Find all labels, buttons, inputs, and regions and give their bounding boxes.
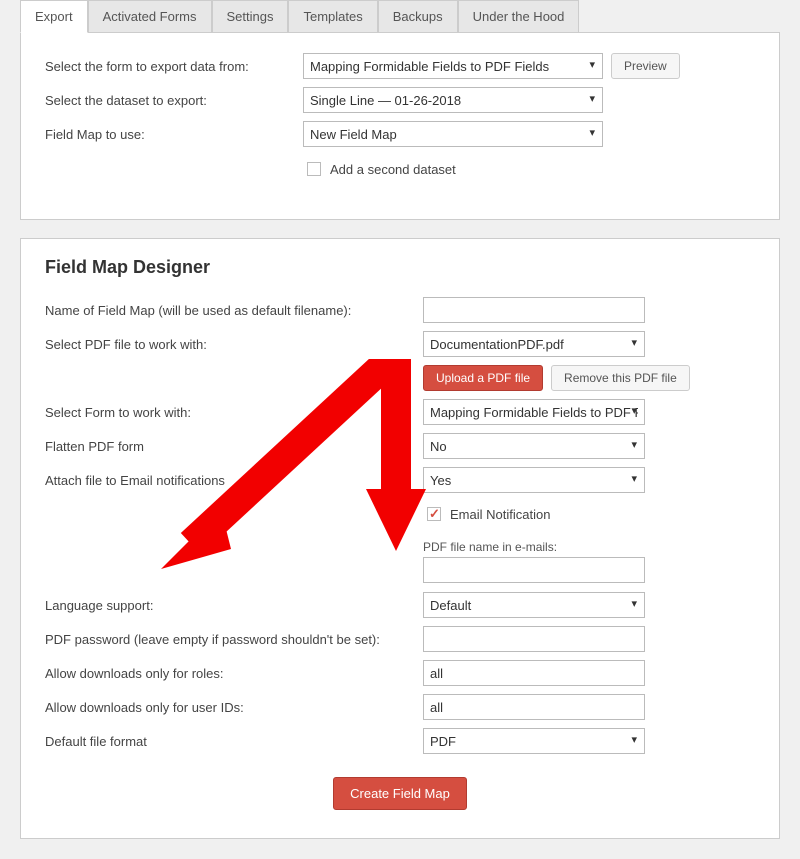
default-format-select[interactable]: PDF xyxy=(423,728,645,754)
preview-button[interactable]: Preview xyxy=(611,53,680,79)
email-notification-label: Email Notification xyxy=(450,507,550,522)
attach-email-select[interactable]: Yes xyxy=(423,467,645,493)
pdf-password-label: PDF password (leave empty if password sh… xyxy=(45,632,423,647)
attach-email-label: Attach file to Email notifications xyxy=(45,473,423,488)
create-fieldmap-button[interactable]: Create Field Map xyxy=(333,777,467,810)
tab-export[interactable]: Export xyxy=(20,0,88,33)
select-form-label: Select Form to work with: xyxy=(45,405,423,420)
pdf-password-input[interactable] xyxy=(423,626,645,652)
designer-panel: Field Map Designer Name of Field Map (wi… xyxy=(20,238,780,839)
tab-backups[interactable]: Backups xyxy=(378,0,458,32)
default-format-label: Default file format xyxy=(45,734,423,749)
export-fieldmap-label: Field Map to use: xyxy=(45,127,303,142)
add-second-dataset-label: Add a second dataset xyxy=(330,162,456,177)
allow-userids-input[interactable] xyxy=(423,694,645,720)
export-dataset-label: Select the dataset to export: xyxy=(45,93,303,108)
flatten-select[interactable]: No xyxy=(423,433,645,459)
tabs-nav: Export Activated Forms Settings Template… xyxy=(20,0,780,33)
export-panel: Select the form to export data from: Map… xyxy=(20,33,780,220)
email-notification-checkbox[interactable] xyxy=(427,507,441,521)
tab-templates[interactable]: Templates xyxy=(288,0,377,32)
tab-settings[interactable]: Settings xyxy=(212,0,289,32)
fieldmap-name-input[interactable] xyxy=(423,297,645,323)
remove-pdf-button[interactable]: Remove this PDF file xyxy=(551,365,690,391)
export-form-label: Select the form to export data from: xyxy=(45,59,303,74)
select-form-select[interactable]: Mapping Formidable Fields to PDF Fields xyxy=(423,399,645,425)
language-support-select[interactable]: Default xyxy=(423,592,645,618)
upload-pdf-button[interactable]: Upload a PDF file xyxy=(423,365,543,391)
allow-userids-label: Allow downloads only for user IDs: xyxy=(45,700,423,715)
allow-roles-input[interactable] xyxy=(423,660,645,686)
pdf-email-name-label: PDF file name in e-mails: xyxy=(423,540,755,554)
designer-heading: Field Map Designer xyxy=(45,257,755,278)
export-fieldmap-select[interactable]: New Field Map xyxy=(303,121,603,147)
export-form-select[interactable]: Mapping Formidable Fields to PDF Fields xyxy=(303,53,603,79)
export-dataset-select[interactable]: Single Line — 01-26-2018 xyxy=(303,87,603,113)
pdf-file-select[interactable]: DocumentationPDF.pdf xyxy=(423,331,645,357)
language-support-label: Language support: xyxy=(45,598,423,613)
allow-roles-label: Allow downloads only for roles: xyxy=(45,666,423,681)
tab-activated-forms[interactable]: Activated Forms xyxy=(88,0,212,32)
add-second-dataset-checkbox[interactable] xyxy=(307,162,321,176)
pdf-email-name-input[interactable] xyxy=(423,557,645,583)
flatten-label: Flatten PDF form xyxy=(45,439,423,454)
fieldmap-name-label: Name of Field Map (will be used as defau… xyxy=(45,303,423,318)
pdf-file-label: Select PDF file to work with: xyxy=(45,337,423,352)
tab-under-the-hood[interactable]: Under the Hood xyxy=(458,0,580,32)
